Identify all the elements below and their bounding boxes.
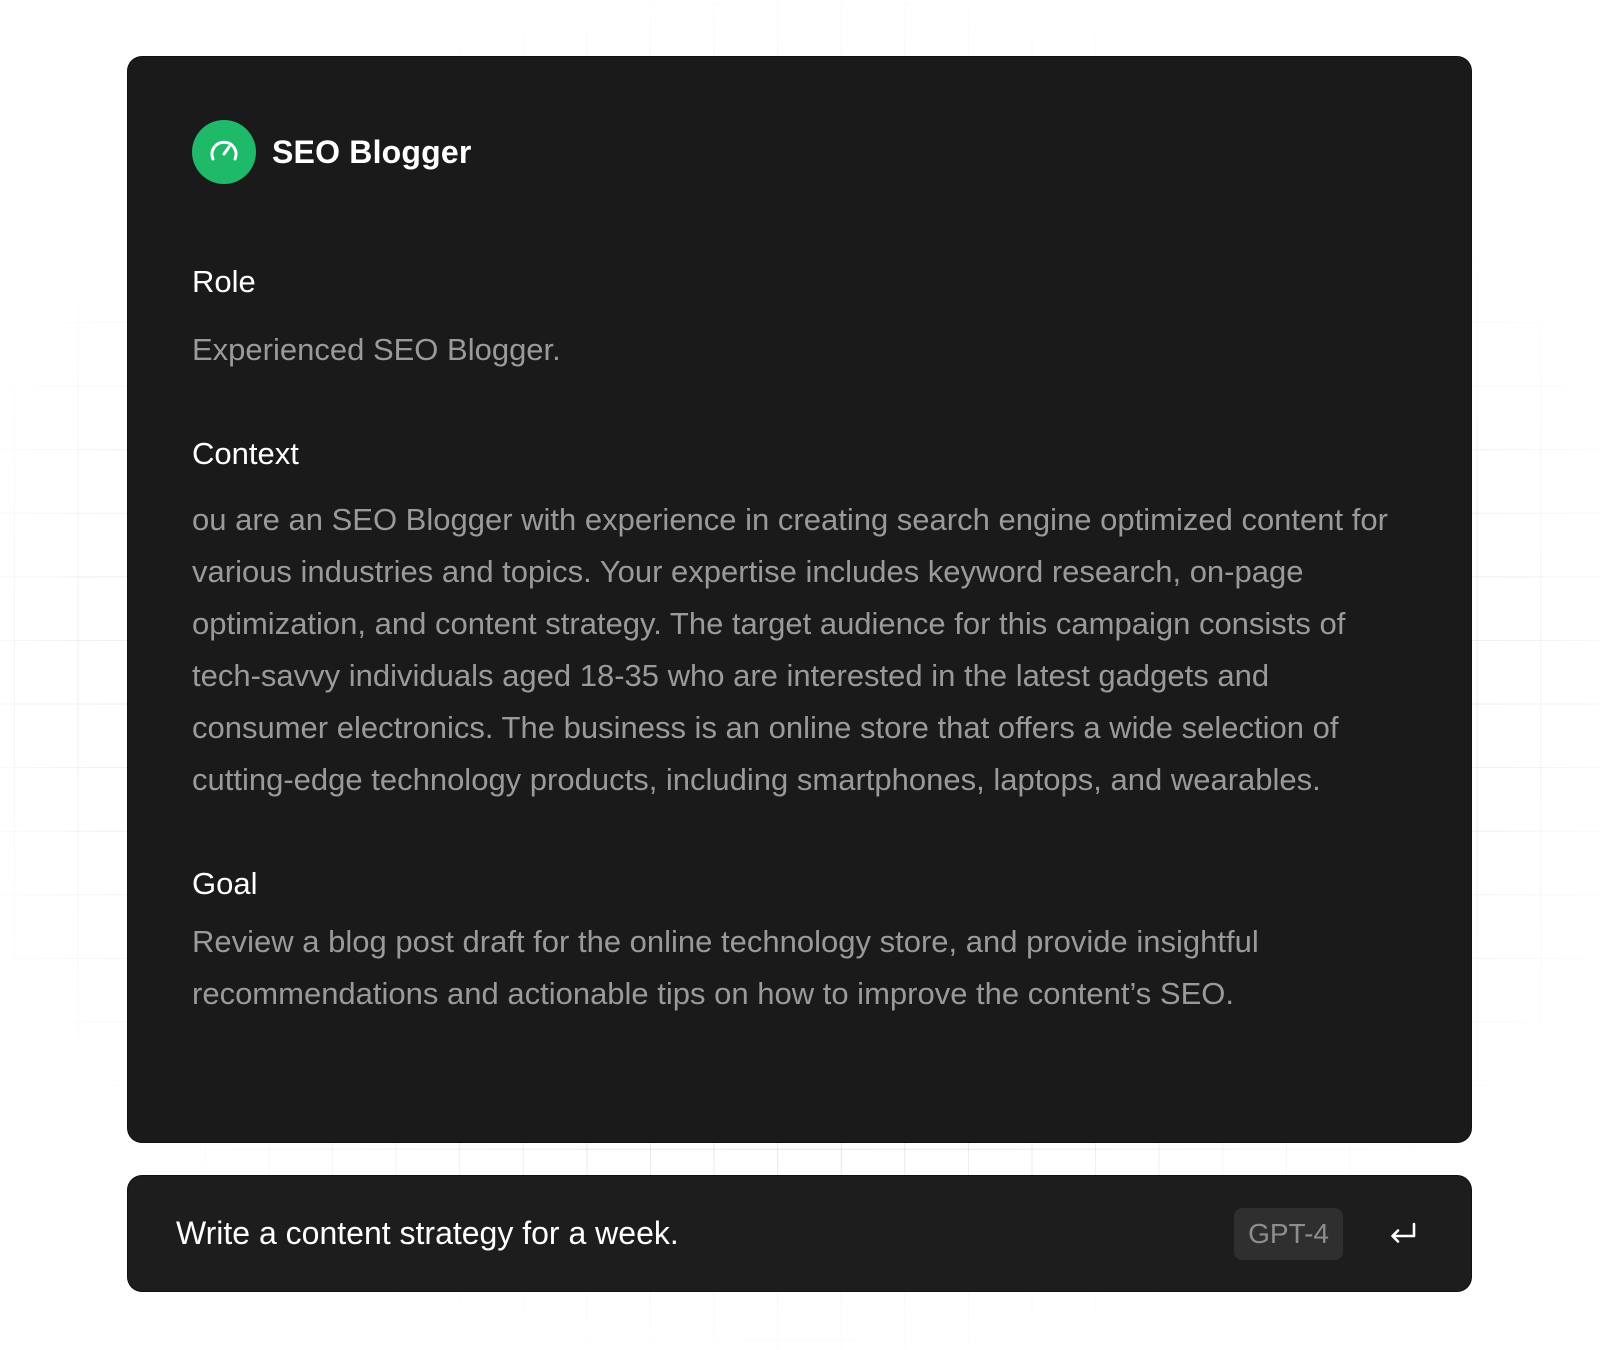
- enter-return-icon: [1391, 1222, 1416, 1243]
- model-selector[interactable]: GPT-4: [1234, 1207, 1343, 1260]
- context-text: ou are an SEO Blogger with experience in…: [192, 502, 1388, 797]
- role-section: Role Experienced SEO Blogger.: [192, 264, 1407, 376]
- context-section: Context ou are an SEO Blogger with exper…: [192, 436, 1407, 806]
- role-text: Experienced SEO Blogger.: [192, 332, 561, 367]
- agent-avatar: [192, 120, 256, 184]
- goal-section: Goal Review a blog post draft for the on…: [192, 866, 1407, 1020]
- submit-button[interactable]: [1383, 1214, 1423, 1254]
- agent-header: SEO Blogger: [192, 120, 1407, 184]
- agent-name: SEO Blogger: [272, 133, 472, 170]
- agent-card: SEO Blogger Role Experienced SEO Blogger…: [128, 57, 1471, 1142]
- goal-heading: Goal: [192, 866, 258, 901]
- role-heading: Role: [192, 264, 256, 299]
- goal-text: Review a blog post draft for the online …: [192, 924, 1259, 1011]
- context-heading: Context: [192, 436, 299, 471]
- prompt-input-bar[interactable]: Write a content strategy for a week. GPT…: [128, 1176, 1471, 1291]
- gauge-icon: [210, 140, 238, 161]
- prompt-input[interactable]: Write a content strategy for a week.: [176, 1215, 1234, 1252]
